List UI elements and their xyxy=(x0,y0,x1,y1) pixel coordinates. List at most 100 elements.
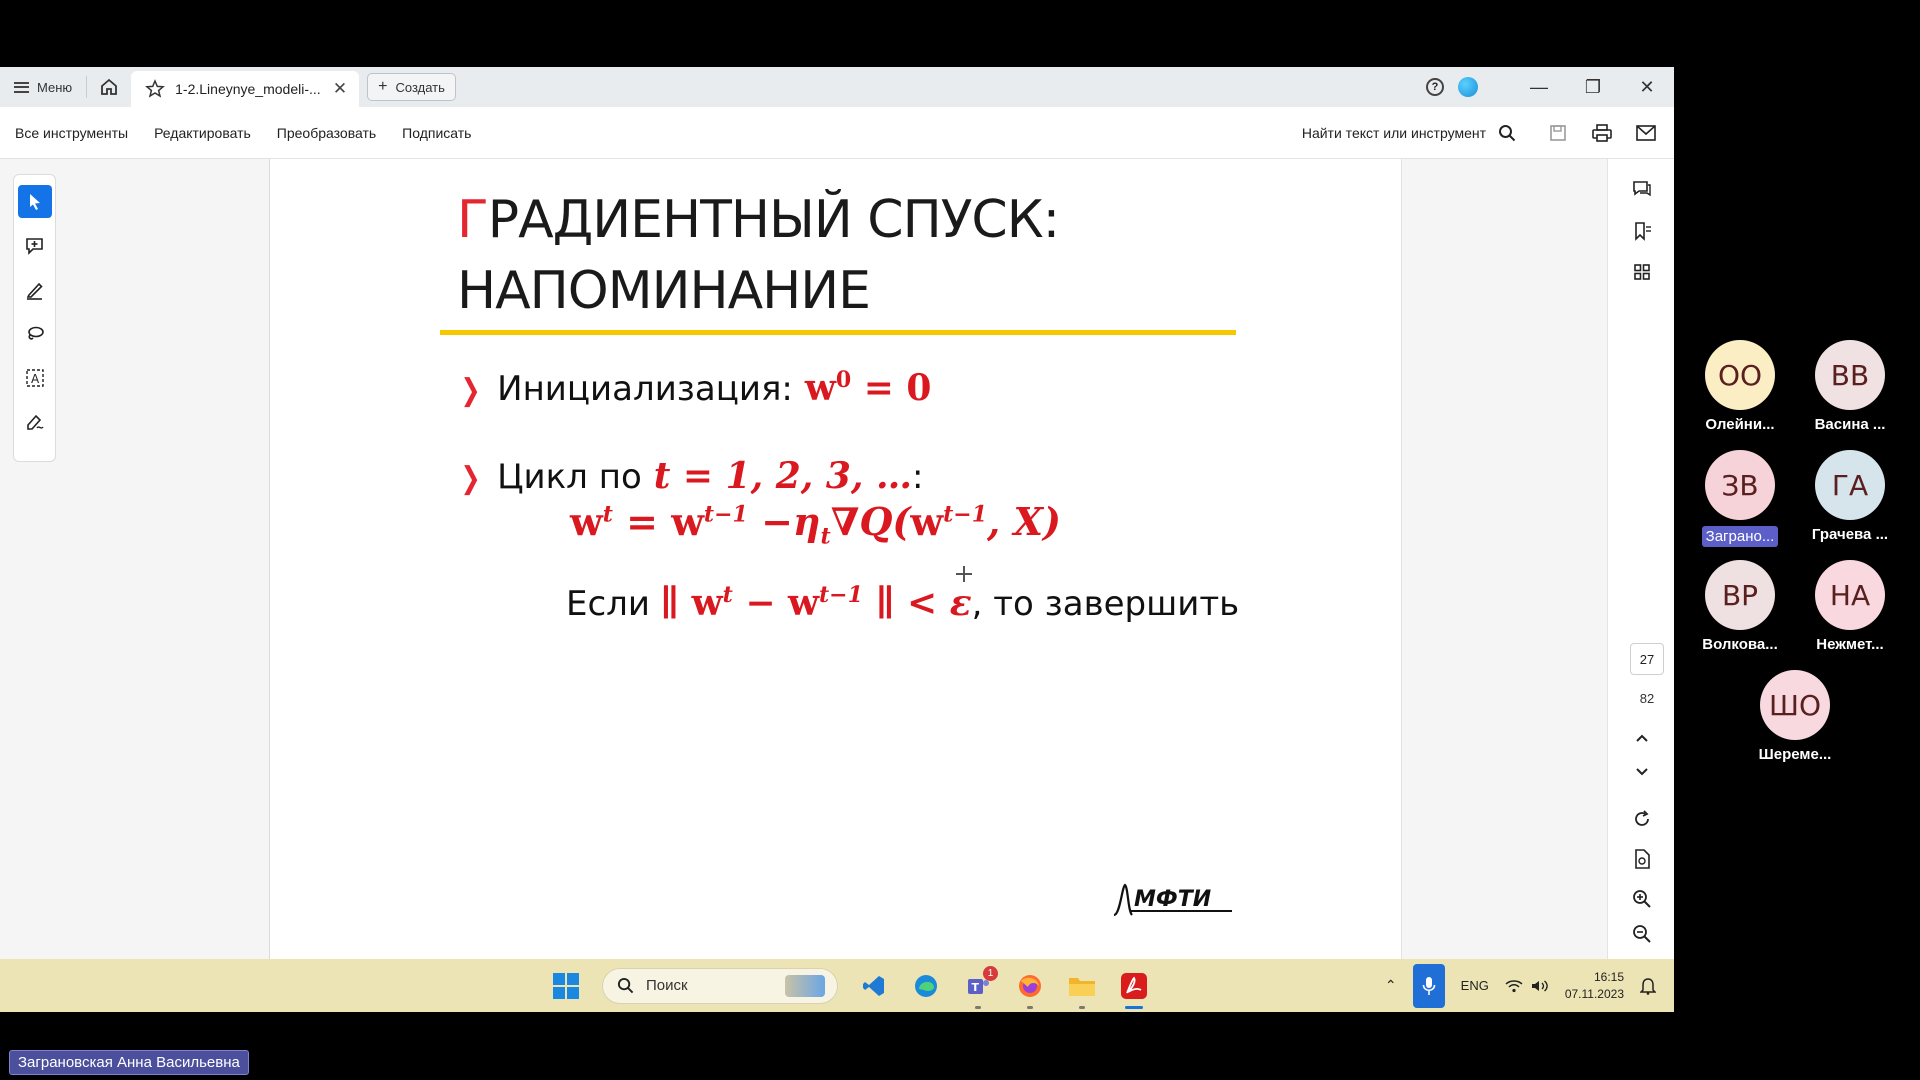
math-sup-0: 0 xyxy=(835,367,852,393)
mipt-logo: МФТИ xyxy=(1112,881,1242,926)
windows-logo-icon xyxy=(553,972,579,999)
system-clock[interactable]: 16:15 07.11.2023 xyxy=(1565,969,1624,1003)
bookmark-icon xyxy=(1634,222,1651,241)
edge-icon xyxy=(915,974,937,997)
f-w2: w xyxy=(671,499,704,544)
prev-page-button[interactable] xyxy=(1608,733,1675,743)
restore-icon[interactable]: ❐ xyxy=(1566,77,1620,98)
bullet-initialization: ❯ Инициализация: w0 = 0 xyxy=(458,367,932,409)
participant-name: Волкова... xyxy=(1702,636,1778,653)
stop-math: ∥ wt − wt−1 ∥ < ε xyxy=(660,582,972,624)
thumbnails-button[interactable] xyxy=(1608,263,1675,281)
f-sub-t: t xyxy=(820,523,831,550)
notification-bell-icon[interactable] xyxy=(1640,977,1656,995)
acrobat-icon xyxy=(1121,972,1147,999)
microphone-button[interactable] xyxy=(1412,963,1445,1008)
participant-tile[interactable]: ШО Шереме... xyxy=(1740,670,1850,763)
s-norm-open: ∥ w xyxy=(660,582,723,624)
highlight-tool[interactable] xyxy=(18,273,52,306)
save-button[interactable] xyxy=(1536,124,1580,142)
draw-tool[interactable] xyxy=(18,317,52,350)
mail-icon xyxy=(1636,124,1656,141)
shared-screen: Меню 1-2.Lineynye_modeli-... ✕ + Создать… xyxy=(0,67,1674,1012)
s-sup-t: t xyxy=(722,582,733,608)
sign-tool[interactable] xyxy=(18,405,52,438)
document-page[interactable]: ГРАДИЕНТНЫЙ СПУСК: НАПОМИНАНИЕ ❯ Инициал… xyxy=(270,159,1402,959)
f-tail: , X) xyxy=(987,499,1061,544)
input-language[interactable]: ENG xyxy=(1461,978,1489,993)
page-info-button[interactable] xyxy=(1608,849,1675,869)
participant-tile[interactable]: ВВ Васина ... xyxy=(1795,340,1905,433)
avatar: ОО xyxy=(1705,340,1775,410)
bullet1-text: Инициализация: xyxy=(497,369,793,409)
presenter-name-label: Заграновская Анна Васильевна xyxy=(9,1050,249,1075)
windows-taskbar: Поиск T 1 ⌃ ENG 16:15 07.11.2023 xyxy=(0,959,1674,1012)
participant-tile[interactable]: ЗВ Заграно... xyxy=(1685,450,1795,547)
text-select-tool[interactable]: A xyxy=(18,361,52,394)
account-icon[interactable] xyxy=(1458,77,1478,97)
s-sup-t1: t−1 xyxy=(819,582,863,608)
s-minus: − w xyxy=(745,582,819,624)
home-button[interactable] xyxy=(87,67,131,107)
wifi-icon[interactable] xyxy=(1505,979,1549,993)
start-button[interactable] xyxy=(550,970,582,1002)
zoom-out-button[interactable] xyxy=(1608,924,1675,944)
participant-tile[interactable]: ОО Олейни... xyxy=(1685,340,1795,433)
update-formula: wt = wt−1 −ηt∇Q(wt−1, X) xyxy=(570,499,1061,550)
left-tools-panel: A xyxy=(0,159,270,959)
hamburger-icon xyxy=(14,81,29,93)
bullet2-colon: : xyxy=(911,457,924,497)
chevron-up-icon[interactable]: ⌃ xyxy=(1385,977,1397,994)
chevron-down-icon xyxy=(1635,768,1648,776)
menu-convert[interactable]: Преобразовать xyxy=(264,125,389,141)
select-tool[interactable] xyxy=(17,185,52,218)
search-highlight-icon xyxy=(785,974,825,997)
participant-name-speaking: Заграно... xyxy=(1701,526,1779,547)
menu-all-tools[interactable]: Все инструменты xyxy=(0,125,141,141)
add-comment-tool[interactable] xyxy=(18,229,52,262)
minimize-icon[interactable]: — xyxy=(1512,77,1566,98)
avatar: ШО xyxy=(1760,670,1830,740)
close-window-icon[interactable]: ✕ xyxy=(1620,77,1674,98)
teams-badge: 1 xyxy=(983,965,998,981)
rotate-button[interactable] xyxy=(1608,809,1675,829)
edge-app[interactable] xyxy=(910,970,942,1002)
email-button[interactable] xyxy=(1624,124,1668,141)
active-indicator xyxy=(1125,1005,1143,1009)
menu-button[interactable]: Меню xyxy=(0,67,86,107)
participant-tile[interactable]: ВР Волкова... xyxy=(1685,560,1795,653)
teams-app[interactable]: T 1 xyxy=(962,965,998,1009)
participant-tile[interactable]: НА Нежмет... xyxy=(1795,560,1905,653)
menu-label: Меню xyxy=(37,79,73,95)
current-page-input[interactable]: 27 xyxy=(1630,643,1664,675)
zoom-in-button[interactable] xyxy=(1608,889,1675,909)
save-icon xyxy=(1550,124,1566,141)
comments-button[interactable] xyxy=(1608,179,1675,199)
participant-tile[interactable]: ГА Грачева ... xyxy=(1795,450,1905,543)
f-sup-t: t xyxy=(602,501,613,528)
document-tab-title: 1-2.Lineynye_modeli-... xyxy=(175,81,321,97)
print-button[interactable] xyxy=(1580,123,1624,142)
close-tab-icon[interactable]: ✕ xyxy=(333,79,347,99)
signature-pen-icon xyxy=(26,414,44,430)
find-tool-search[interactable]: Найти текст или инструмент xyxy=(1302,124,1516,142)
bookmarks-button[interactable] xyxy=(1608,221,1675,241)
create-button[interactable]: + Создать xyxy=(367,73,456,101)
folder-icon xyxy=(1069,977,1095,996)
grid-icon xyxy=(1633,264,1650,280)
menu-edit[interactable]: Редактировать xyxy=(141,125,264,141)
clock-time: 16:15 xyxy=(1593,969,1624,984)
firefox-app[interactable] xyxy=(1014,970,1046,1009)
title-first-letter: Г xyxy=(457,190,489,250)
firefox-icon xyxy=(1019,974,1041,997)
next-page-button[interactable] xyxy=(1608,767,1675,777)
acrobat-app[interactable] xyxy=(1118,970,1150,1009)
star-icon[interactable] xyxy=(145,79,166,99)
taskbar-search[interactable]: Поиск xyxy=(602,967,838,1004)
help-icon[interactable]: ? xyxy=(1426,78,1444,96)
menu-sign[interactable]: Подписать xyxy=(389,125,484,141)
vscode-app[interactable] xyxy=(858,970,890,1002)
document-tab[interactable]: 1-2.Lineynye_modeli-... ✕ xyxy=(131,71,360,107)
f-eta: −η xyxy=(761,499,821,544)
file-explorer-app[interactable] xyxy=(1066,970,1098,1009)
